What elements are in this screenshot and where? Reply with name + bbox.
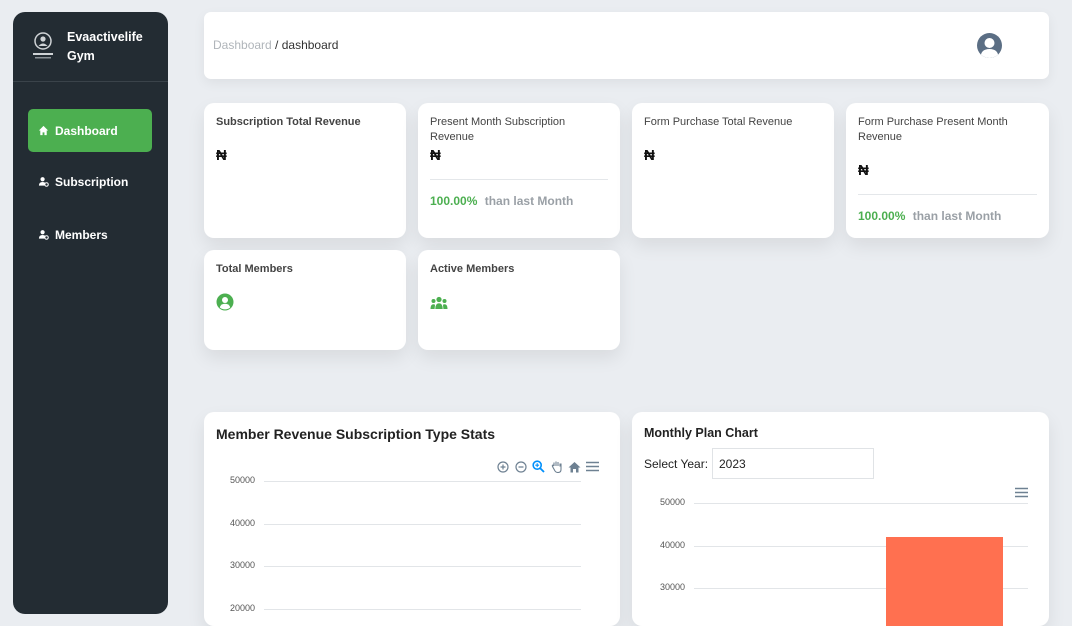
- card-present-month-subscription-revenue: Present Month Subscription Revenue ₦ 100…: [418, 103, 620, 238]
- sidebar-item-label: Dashboard: [55, 123, 118, 138]
- breadcrumb-parent-link[interactable]: Dashboard: [213, 38, 272, 52]
- y-tick-label: 40000: [230, 517, 256, 528]
- chart-toolbar: [496, 460, 599, 473]
- gym-logo-icon: [30, 30, 56, 64]
- users-group-icon: [430, 295, 448, 313]
- card-title: Form Purchase Present Month Revenue: [858, 116, 1008, 143]
- gridline: [264, 481, 581, 482]
- y-tick-label: 40000: [660, 539, 686, 550]
- sidebar-item-members[interactable]: Members: [28, 213, 152, 256]
- user-cog-icon: [37, 176, 49, 188]
- revenue-delta: 100.00% than last Month: [858, 209, 1001, 223]
- y-tick-label: 50000: [660, 497, 686, 507]
- user-circle-icon: [216, 293, 234, 311]
- breadcrumb-separator: /: [271, 38, 282, 52]
- delta-percent: 100.00%: [430, 194, 478, 208]
- card-title: Subscription Total Revenue: [216, 116, 361, 128]
- gridline: [264, 608, 581, 610]
- y-tick-label: 30000: [660, 582, 686, 592]
- sidebar: Evaactivelife Gym Dashboard Subscription…: [13, 12, 168, 614]
- card-title: Total Members: [216, 263, 293, 275]
- naira-currency: ₦: [430, 147, 441, 164]
- brand: Evaactivelife Gym: [13, 12, 168, 82]
- sidebar-item-dashboard[interactable]: Dashboard: [28, 109, 152, 152]
- gridline: [264, 566, 581, 567]
- reset-home-icon[interactable]: [568, 460, 581, 473]
- naira-currency: ₦: [216, 147, 227, 164]
- zoom-out-icon[interactable]: [514, 460, 527, 473]
- zoom-in-icon[interactable]: [496, 460, 509, 473]
- monthly-plan-chart-card: Monthly Plan Chart Select Year: 2023 500…: [632, 412, 1049, 626]
- member-revenue-chart-card: Member Revenue Subscription Type Stats 5…: [204, 412, 620, 626]
- select-year-label: Select Year:: [644, 457, 709, 471]
- card-active-members: Active Members: [418, 250, 620, 350]
- chart-title: Member Revenue Subscription Type Stats: [216, 426, 496, 442]
- y-tick-label: 20000: [230, 602, 256, 613]
- year-select[interactable]: 2023: [712, 448, 874, 479]
- y-tick-label: 50000: [230, 475, 256, 485]
- plan-bar[interactable]: [886, 537, 1003, 626]
- sidebar-item-label: Subscription: [55, 174, 129, 189]
- delta-text: than last Month: [912, 209, 1002, 223]
- naira-currency: ₦: [858, 162, 869, 179]
- y-tick-label: 30000: [230, 560, 256, 570]
- card-title: Form Purchase Total Revenue: [644, 116, 793, 128]
- breadcrumb: Dashboard / dashboard: [213, 38, 338, 52]
- sidebar-item-label: Members: [55, 227, 108, 242]
- card-title: Active Members: [430, 263, 515, 275]
- zoom-select-icon[interactable]: [532, 460, 545, 473]
- delta-text: than last Month: [484, 194, 574, 208]
- home-icon: [37, 125, 49, 137]
- gridline: [264, 523, 581, 525]
- user-avatar-icon[interactable]: [977, 33, 1002, 58]
- naira-currency: ₦: [644, 147, 655, 164]
- card-divider: [430, 179, 608, 180]
- revenue-delta: 100.00% than last Month: [430, 194, 573, 208]
- delta-percent: 100.00%: [858, 209, 906, 223]
- card-form-purchase-total-revenue: Form Purchase Total Revenue ₦: [632, 103, 834, 238]
- pan-hand-icon[interactable]: [550, 460, 563, 473]
- chart-title: Monthly Plan Chart: [644, 426, 758, 440]
- card-divider: [858, 194, 1037, 195]
- breadcrumb-current: dashboard: [281, 38, 339, 52]
- user-cog-icon: [37, 229, 49, 241]
- menu-icon[interactable]: [1015, 485, 1028, 503]
- gridline: [694, 503, 1028, 504]
- card-subscription-total-revenue: Subscription Total Revenue ₦: [204, 103, 406, 238]
- menu-icon[interactable]: [586, 460, 599, 473]
- sidebar-item-subscription[interactable]: Subscription: [28, 160, 152, 203]
- card-title: Present Month Subscription Revenue: [430, 116, 566, 143]
- top-header: Dashboard / dashboard: [204, 12, 1049, 79]
- brand-title: Evaactivelife Gym: [67, 29, 143, 63]
- card-form-purchase-present-month-revenue: Form Purchase Present Month Revenue ₦ 10…: [846, 103, 1049, 238]
- card-total-members: Total Members: [204, 250, 406, 350]
